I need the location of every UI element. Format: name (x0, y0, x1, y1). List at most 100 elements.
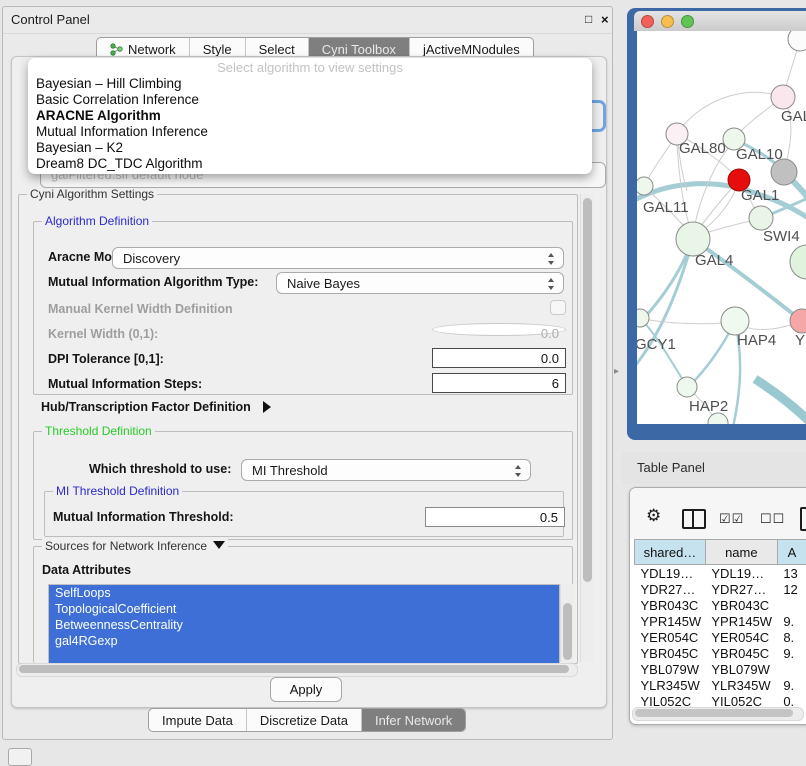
gear-icon[interactable]: ⚙ (646, 506, 661, 526)
network-node[interactable] (771, 85, 795, 109)
column-header-name[interactable]: name (705, 540, 777, 565)
table-horizontal-scrollbar[interactable] (632, 707, 804, 721)
minimize-traffic-light-icon[interactable] (661, 15, 674, 28)
bottom-left-mini-button[interactable] (8, 748, 32, 766)
network-node[interactable] (677, 377, 697, 397)
close-icon[interactable]: × (601, 12, 609, 27)
manual-kernel-checkbox[interactable] (550, 300, 566, 315)
attribute-item[interactable]: SelfLoops (49, 585, 559, 601)
table-cell: YLR345W (705, 677, 777, 693)
apply-button[interactable]: Apply (270, 677, 342, 702)
settings-vertical-scrollbar-thumb[interactable] (583, 198, 592, 582)
table-row[interactable]: YDL19…YDL19…13 (635, 565, 806, 582)
algorithm-option[interactable]: Bayesian – Hill Climbing (28, 76, 592, 92)
settings-horizontal-scrollbar[interactable] (16, 663, 578, 677)
table-cell: YER054C (635, 629, 706, 645)
table-cell (777, 597, 806, 613)
table-row[interactable]: YDR27…YDR27…12 (635, 581, 806, 597)
algorithm-definition-group: Algorithm Definition Aracne Mode: Discov… (33, 221, 573, 395)
settings-vertical-scrollbar[interactable] (580, 194, 594, 662)
hub-definition-label: Hub/Transcription Factor Definition (41, 400, 251, 414)
select-checkboxes-icon[interactable]: ☑☑ (719, 511, 744, 527)
node-label: GAL10 (736, 146, 783, 163)
table-row[interactable]: YBL079WYBL079W (635, 661, 806, 677)
hub-definition-expander[interactable]: Hub/Transcription Factor Definition (41, 398, 271, 416)
table-panel-title: Table Panel (637, 460, 705, 475)
node-label: Y (795, 332, 805, 349)
network-node[interactable] (749, 206, 773, 230)
algorithm-option[interactable]: Bayesian – K2 (28, 140, 592, 156)
table-cell: YBL079W (635, 661, 706, 677)
table-row[interactable]: YLR345WYLR345W9. (635, 677, 806, 693)
settings-horizontal-scrollbar-thumb[interactable] (19, 665, 569, 673)
screen: { "colors": { "selection_blue": "#3E6FD6… (0, 0, 806, 762)
attribute-item[interactable]: gal4RGexp (49, 633, 559, 649)
table-rows: YDL19…YDL19…13YDR27…YDR27…12YBR043CYBR04… (635, 565, 806, 710)
table-horizontal-scrollbar-thumb[interactable] (635, 709, 793, 717)
kernel-width-label: Kernel Width (0,1): (48, 327, 158, 341)
mi-steps-field[interactable]: 6 (432, 373, 566, 393)
table-cell: YBR043C (705, 597, 777, 613)
tab-jactivemnodules-label: jActiveMNodules (423, 42, 520, 57)
algorithm-dropdown: Select algorithm to view settings Bayesi… (28, 58, 592, 174)
table-row[interactable]: YPR145WYPR145W9. (635, 613, 806, 629)
algorithm-option[interactable]: Basic Correlation Inference (28, 92, 592, 108)
tab-impute-data[interactable]: Impute Data (149, 709, 247, 731)
algorithm-dropdown-prompt: Select algorithm to view settings (28, 60, 592, 76)
table-panel-titlebar: Table Panel (622, 452, 806, 484)
threshold-definition-group: Threshold Definition Which threshold to … (33, 431, 573, 540)
table-cell: YPR145W (705, 613, 777, 629)
split-panel-icon[interactable] (682, 509, 706, 529)
tab-discretize-data[interactable]: Discretize Data (247, 709, 362, 731)
column-header-cut[interactable]: A (777, 540, 806, 565)
node-label: GAL4 (695, 252, 733, 269)
cyni-toolbox-panel: galFiltered.sif default node Select algo… (11, 56, 607, 708)
attributes-scrollbar-thumb[interactable] (563, 603, 572, 660)
network-node[interactable] (676, 222, 710, 256)
kernel-width-field[interactable]: 0.0 (432, 323, 566, 336)
algorithm-option[interactable]: ARACNE Algorithm (28, 108, 592, 124)
network-node[interactable] (721, 307, 749, 335)
data-attributes-list[interactable]: SelfLoopsTopologicalCoefficientBetweenne… (48, 584, 560, 664)
which-threshold-combobox[interactable]: MI Threshold (241, 459, 531, 481)
combobox-arrows-icon (514, 464, 523, 478)
algorithm-option[interactable]: Dream8 DC_TDC Algorithm (28, 156, 592, 172)
network-labels: GALGAL80GAL10GAL1GAL11SWI4GAL4HAP4YGCY1H… (637, 108, 806, 415)
table-row[interactable]: YER054CYER054C8. (635, 629, 806, 645)
attribute-item[interactable]: TopologicalCoefficient (49, 601, 559, 617)
node-table: shared… name A YDL19…YDL19…13YDR27…YDR27… (634, 539, 806, 709)
algorithm-option[interactable]: Mutual Information Inference (28, 124, 592, 140)
collapse-arrow-icon (213, 541, 225, 549)
node-label: HAP4 (737, 332, 776, 349)
column-header-shared-name[interactable]: shared… (635, 540, 706, 565)
network-node[interactable] (637, 177, 653, 195)
mi-type-combobox[interactable]: Naive Bayes (276, 272, 564, 294)
control-panel-window: Control Panel □ × Network Style Select C… (2, 6, 613, 740)
table-cell: 9. (777, 645, 806, 661)
network-node[interactable] (790, 245, 806, 279)
network-node[interactable] (788, 31, 806, 51)
table-row[interactable]: YBR045CYBR045C9. (635, 645, 806, 661)
table-row[interactable]: YBR043CYBR043C (635, 597, 806, 613)
combobox-arrows-icon (547, 277, 556, 291)
aracne-mode-combobox[interactable]: Discovery (112, 247, 564, 269)
network-svg: GALGAL80GAL10GAL1GAL11SWI4GAL4HAP4YGCY1H… (637, 31, 806, 424)
control-panel-titlebar: Control Panel □ × (3, 7, 612, 34)
dpi-tolerance-field[interactable]: 0.0 (432, 348, 566, 368)
close-traffic-light-icon[interactable] (641, 15, 654, 28)
zoom-traffic-light-icon[interactable] (681, 15, 694, 28)
splitter-handle[interactable]: ▸ (614, 366, 619, 377)
network-canvas[interactable]: GALGAL80GAL10GAL1GAL11SWI4GAL4HAP4YGCY1H… (637, 31, 806, 424)
table-cell: 8. (777, 629, 806, 645)
attribute-item[interactable]: BetweennessCentrality (49, 617, 559, 633)
tab-infer-network[interactable]: Infer Network (362, 709, 465, 731)
page-icon[interactable] (800, 507, 806, 531)
float-window-icon[interactable]: □ (585, 12, 592, 26)
deselect-checkboxes-icon[interactable]: ☐☐ (760, 511, 785, 527)
mi-threshold-field[interactable]: 0.5 (425, 507, 565, 527)
table-cell: YDL19… (635, 565, 706, 582)
attributes-scrollbar[interactable] (560, 584, 573, 662)
sources-group-title: Sources for Network Inference (42, 539, 228, 553)
node-label: GAL (781, 108, 806, 125)
network-node[interactable] (637, 309, 649, 327)
